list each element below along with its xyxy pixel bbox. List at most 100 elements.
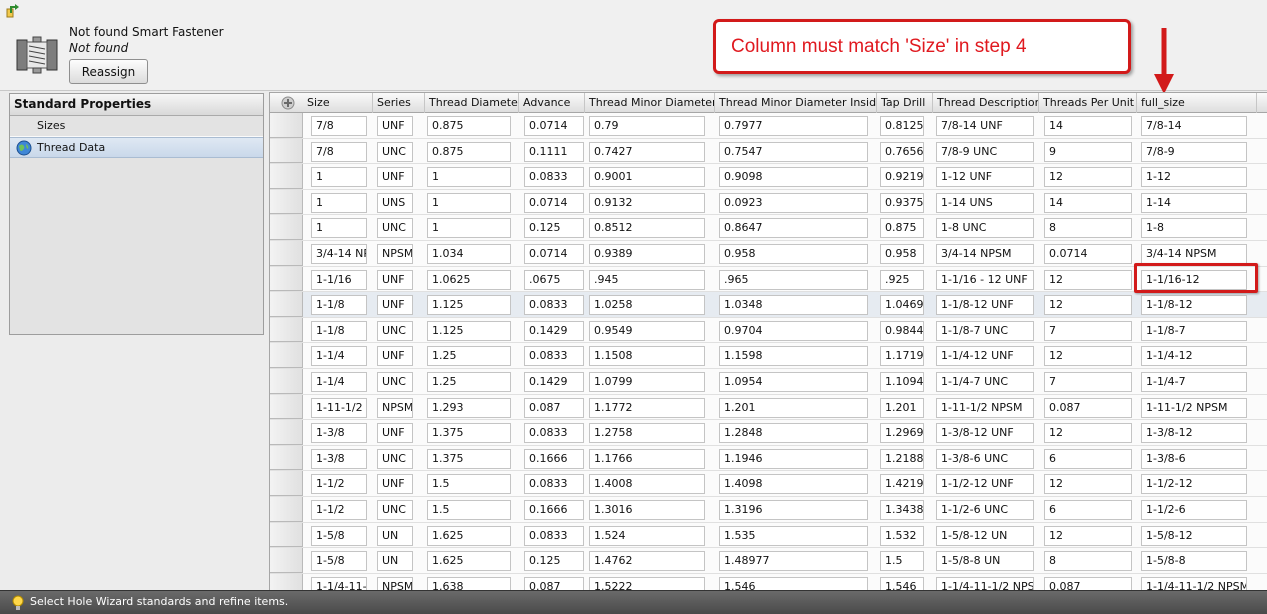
table-cell[interactable]: 1.0954 — [719, 372, 868, 392]
table-cell[interactable]: 1.546 — [880, 576, 924, 590]
table-cell[interactable]: 0.958 — [880, 244, 924, 264]
table-cell[interactable]: 12 — [1044, 474, 1132, 495]
table-cell[interactable]: 8 — [1044, 551, 1132, 572]
table-cell[interactable]: UN — [377, 525, 413, 546]
table-cell[interactable]: 0.8125 — [880, 116, 924, 136]
table-cell[interactable]: .925 — [880, 269, 924, 290]
table-cell[interactable]: 12 — [1044, 423, 1132, 444]
table-cell[interactable]: 1-3/8 — [311, 423, 367, 444]
table-cell[interactable]: 3/4-14 NPSM — [311, 244, 367, 264]
table-cell[interactable]: 1-1/4-12 — [1141, 346, 1247, 367]
table-cell[interactable]: 1.1766 — [589, 448, 705, 469]
column-header[interactable]: Thread Diameter — [425, 93, 519, 113]
table-cell[interactable]: 12 — [1044, 346, 1132, 367]
table-cell[interactable]: 0.0833 — [524, 474, 584, 495]
table-cell[interactable]: 1-3/8 — [311, 448, 367, 469]
table-cell[interactable]: 6 — [1044, 500, 1132, 520]
table-cell[interactable]: 7/8 — [311, 141, 367, 162]
table-cell[interactable]: 0.087 — [1044, 397, 1132, 418]
table-cell[interactable]: 0.0714 — [1044, 244, 1132, 264]
table-row[interactable]: 1 UNS 1 0.0714 0.9132 0.0923 0.9375 1-14 UNS 14 1… — [270, 189, 1267, 216]
table-cell[interactable]: 1.375 — [427, 448, 511, 469]
table-cell[interactable]: 7 — [1044, 320, 1132, 341]
row-selector[interactable] — [270, 573, 303, 590]
table-cell[interactable]: 0.8647 — [719, 218, 868, 239]
column-header[interactable]: Series — [373, 93, 425, 113]
table-cell[interactable]: 1-14 UNS — [936, 192, 1034, 213]
table-cell[interactable]: 0.9001 — [589, 167, 705, 188]
table-cell[interactable]: UNC — [377, 500, 413, 520]
table-cell[interactable]: 1.5 — [427, 474, 511, 495]
row-selector[interactable] — [270, 343, 303, 368]
table-cell[interactable]: 1-1/2-12 — [1141, 474, 1247, 495]
table-cell[interactable]: 1.4762 — [589, 551, 705, 572]
table-row[interactable]: 1-1/8 UNC 1.125 0.1429 0.9549 0.9704 0.9844 1-1… — [270, 317, 1267, 344]
table-cell[interactable]: NPSM — [377, 576, 413, 590]
column-header[interactable]: full_size — [1137, 93, 1257, 113]
table-cell[interactable]: UNC — [377, 372, 413, 392]
column-header[interactable]: Tap Drill — [877, 93, 933, 113]
table-cell[interactable]: 0.9132 — [589, 192, 705, 213]
table-cell[interactable]: 1-5/8-8 — [1141, 551, 1247, 572]
row-selector[interactable] — [270, 215, 303, 240]
table-cell[interactable]: 0.087 — [1044, 576, 1132, 590]
row-selector[interactable] — [270, 266, 303, 292]
table-row[interactable]: 1 UNF 1 0.0833 0.9001 0.9098 0.9219 1-12 UNF 12 1… — [270, 164, 1267, 190]
table-cell[interactable]: 0.0833 — [524, 525, 584, 546]
table-cell[interactable]: 7 — [1044, 372, 1132, 392]
table-cell[interactable]: 1-1/8 — [311, 295, 367, 316]
row-selector[interactable] — [270, 497, 303, 522]
row-selector[interactable] — [270, 394, 303, 420]
table-cell[interactable]: 0.9098 — [719, 167, 868, 188]
table-cell[interactable]: 1.0258 — [589, 295, 705, 316]
column-header[interactable]: Thread Minor Diameter — [585, 93, 715, 113]
table-cell[interactable]: 7/8-9 — [1141, 141, 1247, 162]
tree-item-thread-data[interactable]: Thread Data — [10, 137, 263, 158]
table-cell[interactable]: 0.9375 — [880, 192, 924, 213]
table-cell[interactable]: 1-12 UNF — [936, 167, 1034, 188]
column-header[interactable]: Thread Description — [933, 93, 1039, 113]
table-row[interactable]: 1-1/16 UNF 1.0625 .0675.945 .965 .925 1-1/16 -… — [270, 266, 1267, 293]
row-selector[interactable] — [270, 241, 303, 266]
table-cell[interactable]: 1-3/8-6 — [1141, 448, 1247, 469]
table-cell[interactable]: UNF — [377, 167, 413, 188]
folder-up-icon[interactable] — [5, 3, 21, 19]
table-cell[interactable]: 1.0625 — [427, 269, 511, 290]
table-cell[interactable]: 1-11-1/2 NPSM — [936, 397, 1034, 418]
add-row-icon[interactable] — [280, 95, 296, 111]
table-row[interactable]: 1-1/4 UNC 1.25 0.1429 1.0799 1.0954 1.1094 1-1/… — [270, 369, 1267, 395]
table-cell[interactable]: UNC — [377, 218, 413, 239]
table-cell[interactable]: 12 — [1044, 167, 1132, 188]
table-cell[interactable]: 1.201 — [719, 397, 868, 418]
table-cell[interactable]: 1-1/2 — [311, 500, 367, 520]
row-selector[interactable] — [270, 189, 303, 215]
table-cell[interactable]: 1.0799 — [589, 372, 705, 392]
table-cell[interactable]: 1.3438 — [880, 500, 924, 520]
table-cell[interactable]: 0.1111 — [524, 141, 584, 162]
row-selector[interactable] — [270, 164, 303, 189]
table-cell[interactable]: 1.1772 — [589, 397, 705, 418]
table-cell[interactable]: 3/4-14 NPSM — [936, 244, 1034, 264]
table-cell[interactable]: 3/4-14 NPSM — [1141, 244, 1247, 264]
table-cell[interactable]: 1.201 — [880, 397, 924, 418]
table-cell[interactable]: NPSM — [377, 397, 413, 418]
table-cell[interactable]: 1-1/2 — [311, 474, 367, 495]
row-selector[interactable] — [270, 138, 303, 164]
table-cell[interactable]: UNF — [377, 269, 413, 290]
table-cell[interactable]: UNF — [377, 474, 413, 495]
table-row[interactable]: 1-11-1/2 NPSMNPSM1.2930.0871.17721.2011.… — [270, 394, 1267, 421]
table-cell[interactable]: 0.087 — [524, 397, 584, 418]
table-cell[interactable]: 1-1/4 — [311, 372, 367, 392]
table-row[interactable]: 1-5/8 UN 1.625 0.125 1.4762 1.48977 1.5 1-5/8-8… — [270, 548, 1267, 574]
table-cell[interactable]: 1.125 — [427, 295, 511, 316]
table-cell[interactable]: 0.0833 — [524, 423, 584, 444]
table-cell[interactable]: 1.034 — [427, 244, 511, 264]
table-row[interactable]: 7/8 UNC 0.875 0.1111 0.7427 0.7547 0.7656 7/8-9… — [270, 138, 1267, 165]
table-cell[interactable]: 0.125 — [524, 551, 584, 572]
column-header[interactable]: Thread Minor Diameter Inside — [715, 93, 877, 113]
table-row[interactable]: 1-1/4-11-1/2 NPSM NPSM 1.638 0.087 1.5222 1.5… — [270, 573, 1267, 590]
table-cell[interactable]: 1-1/8-12 UNF — [936, 295, 1034, 316]
table-cell[interactable]: 1-1/8 — [311, 320, 367, 341]
row-selector[interactable] — [270, 522, 303, 548]
table-row[interactable]: 1-1/2 UNF 1.5 0.0833 1.4008 1.4098 1.4219 1-1/2… — [270, 471, 1267, 497]
